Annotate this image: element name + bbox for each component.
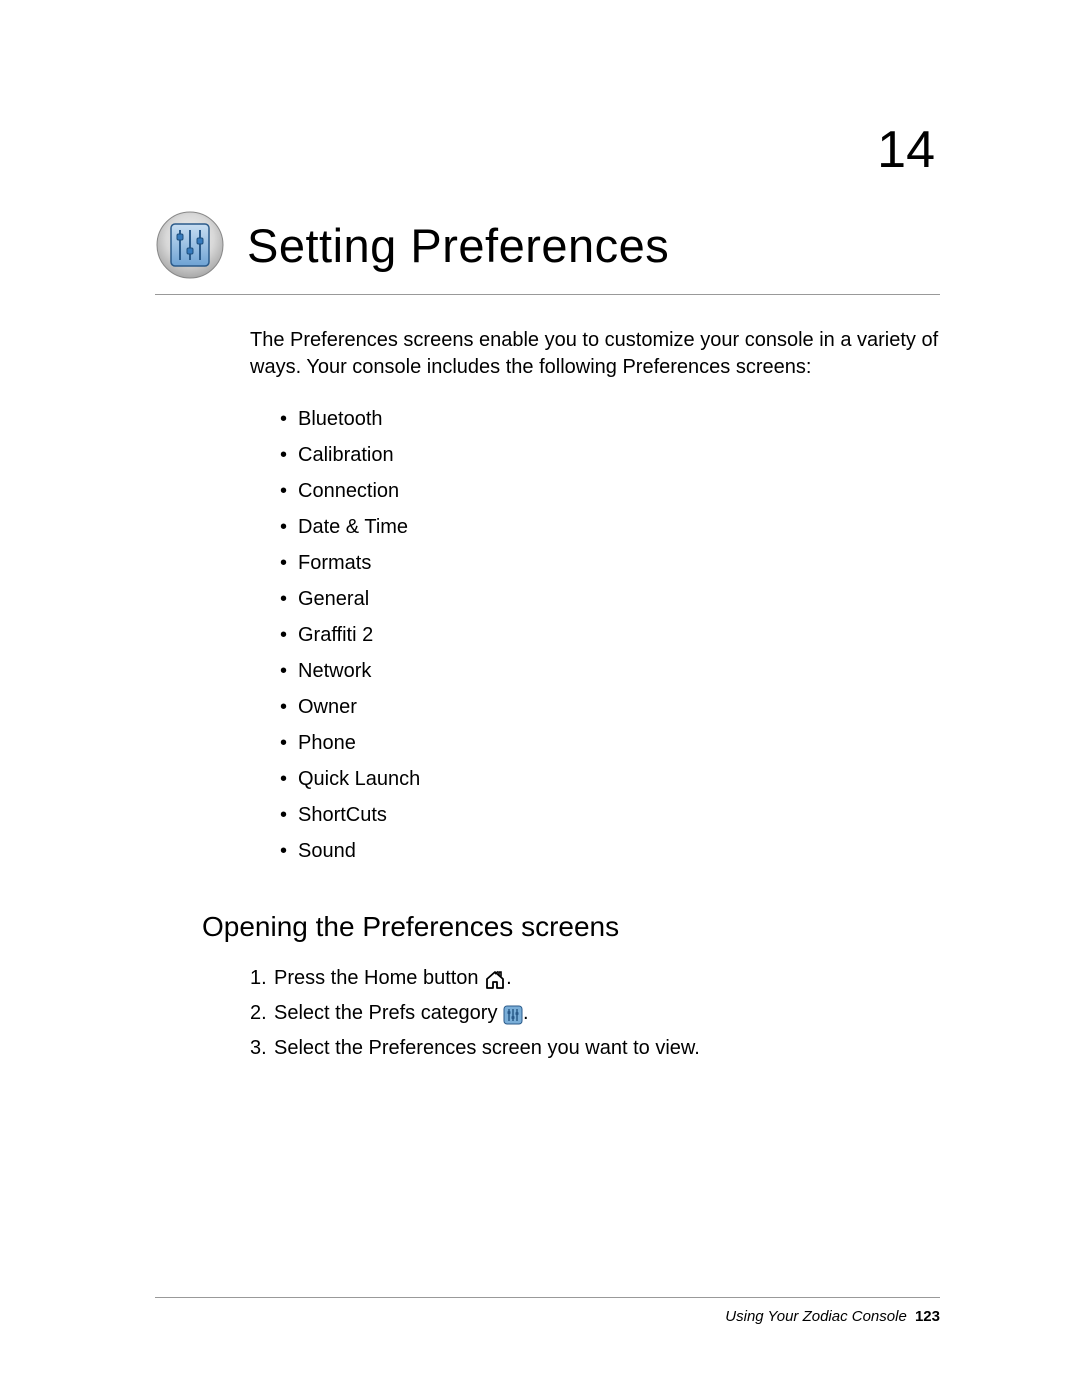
step-item: Select the Preferences screen you want t…: [250, 1031, 940, 1066]
page-footer: Using Your Zodiac Console 123: [155, 1297, 940, 1325]
list-item: Network: [280, 653, 940, 689]
intro-paragraph: The Preferences screens enable you to cu…: [250, 327, 940, 381]
preferences-icon: [155, 210, 225, 280]
list-item: Graffiti 2: [280, 617, 940, 653]
footer-title: Using Your Zodiac Console: [725, 1308, 907, 1325]
step-text: Select the Prefs category: [274, 1002, 503, 1024]
footer-page-number: 123: [915, 1308, 940, 1325]
list-item: Sound: [280, 833, 940, 869]
list-item: Formats: [280, 545, 940, 581]
chapter-title: Setting Preferences: [247, 218, 669, 273]
step-item: Select the Prefs category .: [250, 996, 940, 1031]
home-icon: [484, 967, 506, 987]
prefs-category-icon: [503, 1002, 523, 1022]
chapter-number: 14: [155, 120, 940, 180]
step-text: Select the Preferences screen you want t…: [274, 1037, 700, 1059]
list-item: Connection: [280, 473, 940, 509]
section-title: Opening the Preferences screens: [202, 911, 940, 943]
list-item: Bluetooth: [280, 401, 940, 437]
list-item: Phone: [280, 725, 940, 761]
step-text-suffix: .: [523, 1002, 529, 1024]
step-item: Press the Home button .: [250, 961, 940, 996]
step-text-suffix: .: [506, 967, 512, 989]
preferences-list: Bluetooth Calibration Connection Date & …: [280, 401, 940, 869]
list-item: Owner: [280, 689, 940, 725]
chapter-header: Setting Preferences: [155, 210, 940, 295]
list-item: ShortCuts: [280, 797, 940, 833]
list-item: Date & Time: [280, 509, 940, 545]
step-text: Press the Home button: [274, 967, 484, 989]
steps-list: Press the Home button . Select the Prefs…: [250, 961, 940, 1066]
list-item: Calibration: [280, 437, 940, 473]
list-item: General: [280, 581, 940, 617]
list-item: Quick Launch: [280, 761, 940, 797]
